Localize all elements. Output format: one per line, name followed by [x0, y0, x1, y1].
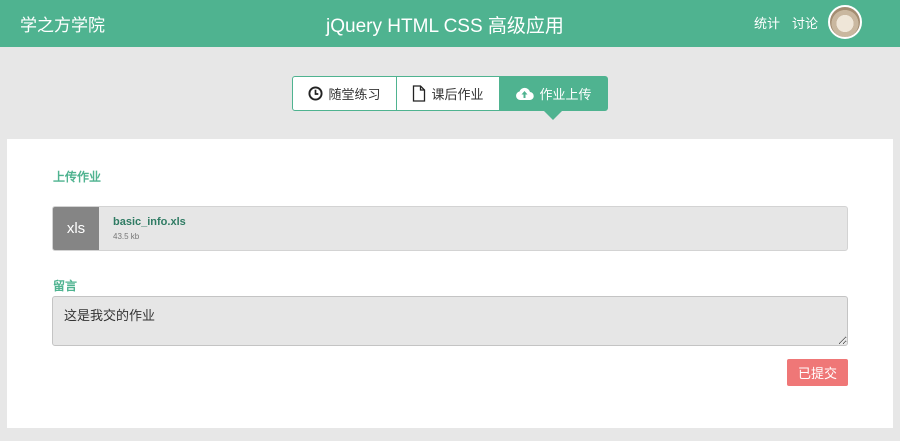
file-type-badge: xls: [53, 207, 99, 250]
nav-stats[interactable]: 统计: [754, 13, 780, 32]
document-icon: [412, 85, 426, 102]
file-name[interactable]: basic_info.xls: [113, 216, 186, 228]
tab-homework[interactable]: 课后作业: [397, 77, 500, 110]
file-size: 43.5 kb: [113, 232, 140, 241]
tab-label: 课后作业: [431, 87, 484, 102]
tab-homework-upload[interactable]: 作业上传: [500, 77, 607, 120]
comment-section-label: 留言: [53, 279, 78, 293]
submitted-button[interactable]: 已提交: [787, 359, 848, 386]
tab-in-class-exercise[interactable]: 随堂练习: [293, 77, 397, 110]
uploaded-file-card[interactable]: xls basic_info.xls 43.5 kb: [52, 206, 848, 251]
tab-label: 作业上传: [539, 87, 592, 102]
nav-discussion[interactable]: 讨论: [792, 13, 818, 32]
tab-label: 随堂练习: [328, 87, 381, 102]
cloud-upload-icon: [515, 86, 535, 101]
clock-icon: [308, 86, 324, 101]
tab-bar: 随堂练习 课后作业 作业上传: [292, 76, 608, 120]
comment-textarea[interactable]: 这是我交的作业: [52, 296, 848, 346]
top-nav: 统计 讨论: [754, 13, 818, 32]
upload-section-label: 上传作业: [53, 170, 102, 184]
top-bar: 学之方学院 jQuery HTML CSS 高级应用 统计 讨论: [0, 0, 900, 47]
upload-panel: 上传作业 xls basic_info.xls 43.5 kb 留言 这是我交的…: [7, 139, 893, 428]
avatar[interactable]: [828, 5, 862, 39]
